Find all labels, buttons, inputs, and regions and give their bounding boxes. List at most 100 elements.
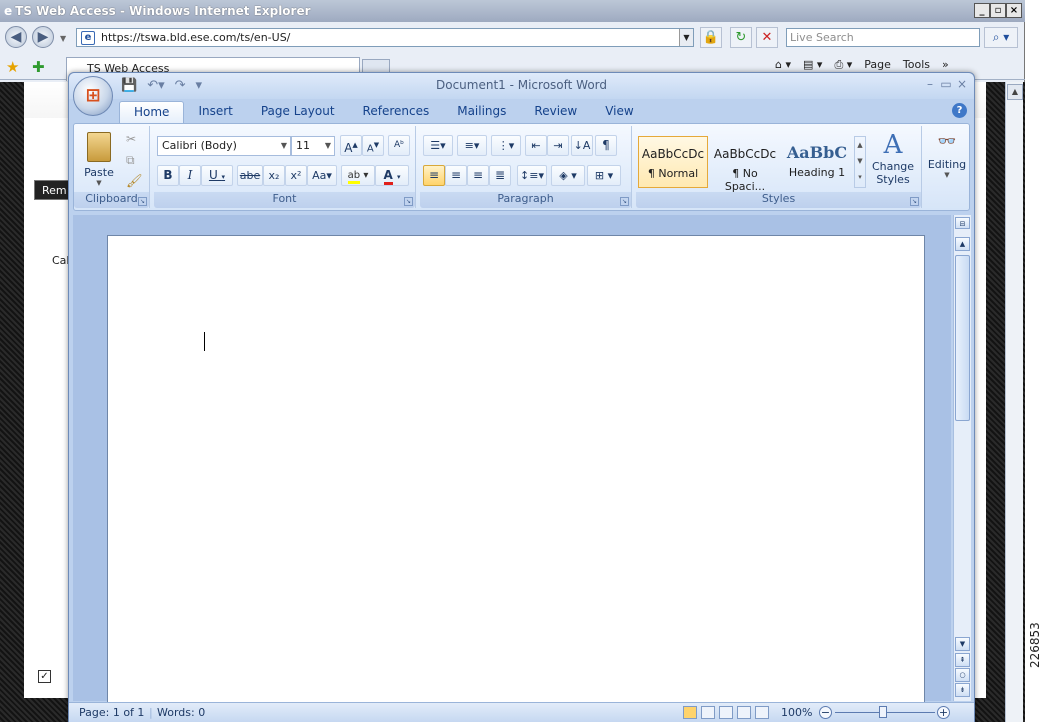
print-layout-icon[interactable] — [683, 706, 697, 719]
word-minimize-button[interactable]: – — [923, 77, 937, 91]
address-dropdown-icon[interactable]: ▼ — [679, 29, 693, 46]
style-normal[interactable]: AaBbCcDc ¶ Normal — [638, 136, 708, 188]
clear-formatting-button[interactable]: Aᵇ — [388, 135, 410, 156]
favorites-star-icon[interactable]: ★ — [6, 58, 19, 76]
style-heading-1[interactable]: AaBbC Heading 1 — [782, 136, 852, 188]
styles-scroll[interactable]: ▲ ▼ ▾ — [854, 136, 866, 188]
tab-page-layout[interactable]: Page Layout — [247, 101, 349, 123]
word-count[interactable]: Words: 0 — [157, 706, 205, 719]
grow-font-button[interactable]: A▲ — [340, 135, 362, 156]
nav-history-icon[interactable]: ▼ — [60, 34, 66, 43]
outline-icon[interactable] — [737, 706, 751, 719]
minimize-button[interactable]: _ — [974, 3, 990, 18]
document-page[interactable] — [107, 235, 925, 705]
word-scroll-down-icon[interactable]: ▼ — [955, 637, 970, 651]
add-favorites-icon[interactable]: ✚ — [32, 58, 45, 76]
save-icon[interactable]: 💾 — [121, 78, 137, 93]
address-bar[interactable]: e https://tswa.bld.ese.com/ts/en-US/ ▼ — [76, 28, 694, 47]
scroll-thumb[interactable] — [955, 255, 970, 421]
copy-icon[interactable]: ⧉ — [126, 153, 135, 168]
format-painter-icon[interactable]: 🖌 — [126, 174, 143, 189]
justify-button[interactable]: ≣ — [489, 165, 511, 186]
remote-checkbox[interactable]: ✓ — [38, 670, 51, 683]
shading-button[interactable]: ◈ ▾ — [551, 165, 585, 186]
stop-icon[interactable]: ✕ — [756, 27, 778, 48]
change-styles-button[interactable]: A Change Styles — [868, 130, 918, 190]
help-icon[interactable]: ? — [952, 103, 967, 118]
home-icon[interactable]: ⌂ ▾ — [775, 58, 791, 72]
draft-icon[interactable] — [755, 706, 769, 719]
chevron-right-icon[interactable]: » — [942, 58, 949, 72]
shrink-font-button[interactable]: A▼ — [362, 135, 384, 156]
paragraph-launcher-icon[interactable]: ↘ — [620, 197, 629, 206]
ie-vertical-scrollbar[interactable]: ▲ — [1005, 82, 1023, 722]
show-hide-button[interactable]: ¶ — [595, 135, 617, 156]
next-page-icon[interactable]: ⇟ — [955, 683, 970, 697]
word-maximize-button[interactable]: ▭ — [939, 77, 953, 91]
document-area[interactable] — [73, 215, 951, 705]
italic-button[interactable]: I — [179, 165, 201, 186]
decrease-indent-button[interactable]: ⇤ — [525, 135, 547, 156]
tab-mailings[interactable]: Mailings — [443, 101, 520, 123]
styles-launcher-icon[interactable]: ↘ — [910, 197, 919, 206]
bullets-button[interactable]: ☰▾ — [423, 135, 453, 156]
borders-button[interactable]: ⊞ ▾ — [587, 165, 621, 186]
office-button[interactable]: ⊞ — [73, 76, 113, 116]
refresh-icon[interactable]: ↻ — [730, 27, 752, 48]
undo-icon[interactable]: ↶▾ — [147, 78, 164, 93]
back-button[interactable]: ◀ — [5, 26, 27, 48]
clipboard-launcher-icon[interactable]: ↘ — [138, 197, 147, 206]
paste-button[interactable]: Paste ▼ — [80, 130, 118, 188]
sort-button[interactable]: ↓A — [571, 135, 593, 156]
scroll-up-icon[interactable]: ▲ — [1007, 84, 1023, 100]
zoom-level[interactable]: 100% — [781, 706, 812, 719]
highlight-button[interactable]: ab ▾ — [341, 165, 375, 186]
cut-icon[interactable]: ✂ — [126, 132, 136, 146]
search-input[interactable]: Live Search — [786, 28, 980, 47]
line-spacing-button[interactable]: ↕≡▾ — [517, 165, 547, 186]
font-color-button[interactable]: A ▾ — [375, 165, 409, 186]
subscript-button[interactable]: x₂ — [263, 165, 285, 186]
change-case-button[interactable]: Aa▾ — [307, 165, 337, 186]
feeds-icon[interactable]: ▤ ▾ — [803, 58, 822, 72]
previous-page-icon[interactable]: ⇞ — [955, 653, 970, 667]
editing-button[interactable]: 👓 Editing ▼ — [926, 132, 968, 179]
align-left-button[interactable]: ≡ — [423, 165, 445, 186]
style-no-spacing[interactable]: AaBbCcDc ¶ No Spaci... — [710, 136, 780, 193]
font-name-combo[interactable]: Calibri (Body) ▼ — [157, 136, 291, 156]
tab-home[interactable]: Home — [119, 101, 185, 123]
restore-button[interactable]: ▫ — [990, 3, 1006, 18]
word-close-button[interactable]: × — [955, 77, 969, 91]
word-vertical-scrollbar[interactable]: ⊟ ▲ ▼ ⇞ ○ ⇟ — [953, 215, 971, 701]
tools-menu[interactable]: Tools — [903, 58, 930, 72]
superscript-button[interactable]: x² — [285, 165, 307, 186]
lock-icon[interactable]: 🔒 — [700, 27, 722, 48]
close-button[interactable]: × — [1006, 3, 1022, 18]
forward-button[interactable]: ▶ — [32, 26, 54, 48]
underline-button[interactable]: U ▾ — [201, 165, 233, 186]
font-size-combo[interactable]: 11 ▼ — [291, 136, 335, 156]
strikethrough-button[interactable]: abe — [237, 165, 263, 186]
word-scroll-up-icon[interactable]: ▲ — [955, 237, 970, 251]
tab-references[interactable]: References — [349, 101, 444, 123]
redo-icon[interactable]: ↷ — [175, 78, 186, 93]
page-count[interactable]: Page: 1 of 1 — [79, 706, 144, 719]
zoom-slider-thumb[interactable] — [879, 706, 887, 718]
tab-view[interactable]: View — [591, 101, 647, 123]
font-launcher-icon[interactable]: ↘ — [404, 197, 413, 206]
align-right-button[interactable]: ≡ — [467, 165, 489, 186]
browse-object-icon[interactable]: ○ — [955, 668, 970, 682]
tab-review[interactable]: Review — [520, 101, 591, 123]
web-layout-icon[interactable] — [719, 706, 733, 719]
print-icon[interactable]: ⎙ ▾ — [834, 58, 852, 72]
customize-qat-icon[interactable]: ▾ — [196, 78, 203, 93]
center-button[interactable]: ≡ — [445, 165, 467, 186]
increase-indent-button[interactable]: ⇥ — [547, 135, 569, 156]
full-screen-reading-icon[interactable] — [701, 706, 715, 719]
zoom-out-icon[interactable]: − — [819, 706, 832, 719]
tab-insert[interactable]: Insert — [184, 101, 246, 123]
numbering-button[interactable]: ≡▾ — [457, 135, 487, 156]
bold-button[interactable]: B — [157, 165, 179, 186]
page-menu[interactable]: Page — [864, 58, 891, 72]
multilevel-list-button[interactable]: ⋮▾ — [491, 135, 521, 156]
